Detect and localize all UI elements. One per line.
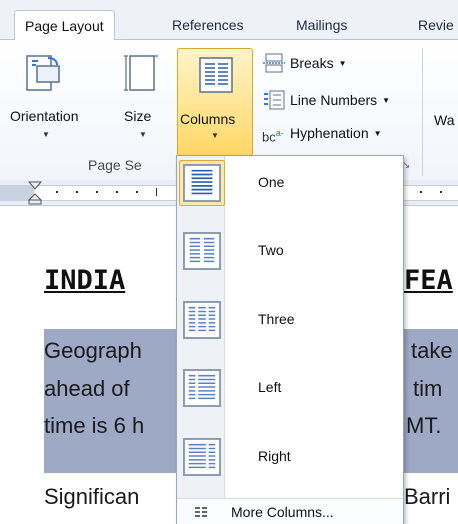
column-option-label: Right	[258, 448, 291, 464]
hyphenation-label: Hyphenation	[290, 125, 369, 141]
hyphenation-button[interactable]: bca- Hyphenation ▼	[262, 122, 382, 144]
paragraph-line: take	[411, 338, 453, 363]
ruler-inch-mark	[156, 188, 157, 196]
ruler-tick	[116, 191, 118, 193]
column-option-two[interactable]: Two	[177, 226, 403, 288]
column-option-left[interactable]: Left	[177, 363, 403, 425]
column-option-three[interactable]: Three	[177, 295, 403, 357]
line-numbers-caret: ▼	[382, 95, 391, 105]
column-option-right[interactable]: Right	[177, 432, 403, 494]
document-heading-right: FEA	[404, 265, 453, 296]
ruler-tick	[96, 191, 98, 193]
two-columns-icon	[183, 232, 221, 270]
column-option-label: One	[258, 174, 285, 190]
breaks-icon	[262, 53, 286, 73]
paragraph-line: ahead of	[44, 376, 130, 401]
column-option-one[interactable]: One	[177, 158, 403, 220]
tab-review[interactable]: Revie	[408, 10, 458, 41]
paragraph-line: Geograph	[44, 338, 142, 363]
paragraph-line: time is 6 h	[44, 413, 145, 438]
ruler-tick	[136, 191, 138, 193]
right-column-icon	[183, 438, 221, 476]
paragraph-line: Barri	[404, 484, 451, 509]
breaks-button[interactable]: Breaks ▼	[262, 52, 347, 74]
three-columns-icon	[183, 301, 221, 339]
page-setup-group-label: Page Se	[88, 157, 142, 173]
paragraph-line: tim	[413, 376, 443, 401]
columns-dropdown-caret: ▼	[211, 131, 219, 140]
ruler-tick	[440, 191, 442, 193]
tab-page-layout[interactable]: Page Layout	[14, 10, 115, 41]
size-icon	[124, 55, 158, 91]
ribbon-tab-strip: Page Layout References Mailings Revie	[0, 0, 458, 41]
ruler-tick	[56, 191, 58, 193]
column-option-label: Left	[258, 379, 282, 395]
orientation-label: Orientation	[10, 108, 79, 124]
column-option-label: Three	[258, 311, 295, 327]
column-option-label: Two	[258, 242, 284, 258]
size-label: Size	[124, 108, 152, 124]
one-column-icon	[183, 164, 221, 202]
columns-button[interactable]: Columns ▼	[177, 48, 253, 156]
columns-label: Columns	[180, 111, 236, 127]
more-columns-label: More Columns...	[231, 504, 334, 520]
paragraph-line: MT.	[406, 413, 442, 438]
ruler-tick	[76, 191, 78, 193]
line-numbers-label: Line Numbers	[290, 92, 378, 108]
indent-marker-icon[interactable]	[28, 181, 42, 205]
orientation-icon	[26, 55, 60, 91]
paragraph-line: Significan	[44, 484, 140, 509]
more-columns-icon	[195, 507, 207, 517]
tab-references[interactable]: References	[162, 10, 254, 41]
orientation-dropdown-caret: ▼	[42, 130, 50, 139]
hyphenation-caret: ▼	[373, 128, 382, 138]
size-button[interactable]: Size ▼	[118, 48, 168, 152]
document-heading-left: INDIA	[44, 265, 126, 296]
left-column-icon	[183, 369, 221, 407]
more-columns-item[interactable]: More Columns...	[177, 498, 403, 524]
group-separator	[422, 48, 423, 176]
hyphenation-icon: bca-	[262, 128, 284, 145]
orientation-button[interactable]: Orientation ▼	[2, 48, 88, 152]
line-numbers-icon	[262, 90, 286, 110]
size-dropdown-caret: ▼	[139, 130, 147, 139]
columns-icon	[199, 57, 233, 93]
breaks-caret: ▼	[338, 58, 347, 68]
watermark-label[interactable]: Wa	[434, 112, 454, 128]
breaks-label: Breaks	[290, 55, 334, 71]
tab-mailings[interactable]: Mailings	[286, 10, 357, 41]
line-numbers-button[interactable]: Line Numbers ▼	[262, 89, 390, 111]
ruler-tick	[420, 191, 422, 193]
columns-dropdown-menu: One Two Three Left Right More Columns...	[176, 155, 404, 524]
